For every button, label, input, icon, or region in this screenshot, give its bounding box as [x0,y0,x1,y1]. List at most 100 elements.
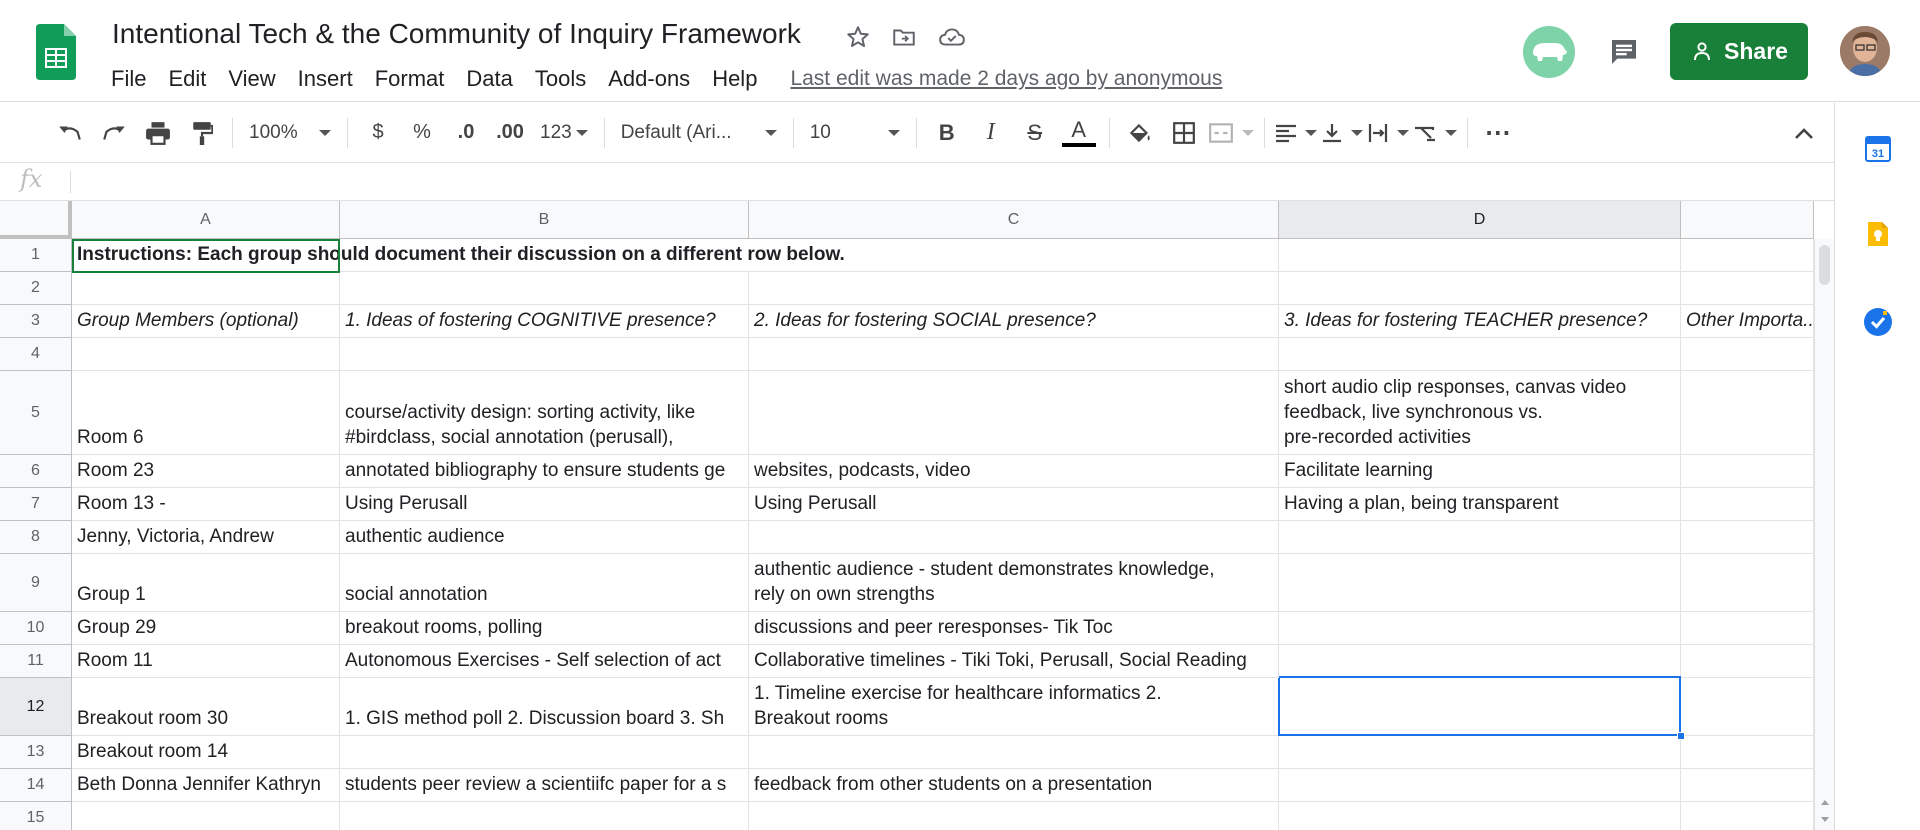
collapse-toolbar-icon[interactable] [1784,113,1824,153]
cell-c14[interactable]: feedback from other students on a presen… [749,769,1279,802]
merge-cells-icon[interactable] [1208,113,1254,153]
user-avatar[interactable] [1840,26,1890,76]
sheets-logo-icon[interactable] [36,24,76,80]
italic-button[interactable]: I [971,113,1011,153]
menu-file[interactable]: File [100,66,157,92]
cell-a9[interactable]: Group 1 [72,554,340,612]
increase-decimal-button[interactable]: .00 [490,113,530,153]
cell-e7[interactable] [1681,488,1814,521]
cell-c13[interactable] [749,736,1279,769]
cell-c5[interactable] [749,371,1279,455]
cell-b13[interactable] [340,736,749,769]
select-all-corner[interactable] [0,201,72,239]
font-size-select[interactable]: 10 [802,113,908,153]
cell-c6[interactable]: websites, podcasts, video [749,455,1279,488]
cell-d7[interactable]: Having a plan, being transparent [1279,488,1681,521]
cell-b5[interactable]: course/activity design: sorting activity… [340,371,749,455]
cell-e8[interactable] [1681,521,1814,554]
row-header[interactable]: 1 [0,239,72,272]
more-formats-select[interactable]: 123 [532,113,596,153]
row-header[interactable]: 6 [0,455,72,488]
cell-c2[interactable] [749,272,1279,305]
cell-b8[interactable]: authentic audience [340,521,749,554]
cell-b2[interactable] [340,272,749,305]
cell-c8[interactable] [749,521,1279,554]
cell-d9[interactable] [1279,554,1681,612]
column-header-a[interactable]: A [72,201,340,239]
cell-d12[interactable] [1279,678,1681,736]
cell-e4[interactable] [1681,338,1814,371]
text-wrapping-icon[interactable] [1367,113,1409,153]
row-header[interactable]: 8 [0,521,72,554]
anonymous-user-avatar[interactable] [1523,26,1575,78]
menu-view[interactable]: View [217,66,286,92]
cell-a7[interactable]: Room 13 - [72,488,340,521]
menu-edit[interactable]: Edit [157,66,217,92]
cell-c9[interactable]: authentic audience - student demonstrate… [749,554,1279,612]
last-edit-link[interactable]: Last edit was made 2 days ago by anonymo… [790,67,1222,91]
print-icon[interactable] [138,113,178,153]
cell-b7[interactable]: Using Perusall [340,488,749,521]
cell-c10[interactable]: discussions and peer reresponses- Tik To… [749,612,1279,645]
borders-icon[interactable] [1164,113,1204,153]
row-header[interactable]: 11 [0,645,72,678]
text-rotation-icon[interactable] [1413,113,1457,153]
star-icon[interactable] [843,22,873,52]
row-header[interactable]: 2 [0,272,72,305]
cell-e5[interactable] [1681,371,1814,455]
cell-b4[interactable] [340,338,749,371]
row-header[interactable]: 4 [0,338,72,371]
cell-d4[interactable] [1279,338,1681,371]
menu-insert[interactable]: Insert [287,66,364,92]
cell-d13[interactable] [1279,736,1681,769]
column-header-e[interactable] [1681,201,1814,239]
cloud-saved-icon[interactable] [937,22,967,52]
cell-a5[interactable]: Room 6 [72,371,340,455]
calendar-icon[interactable]: 31 [1863,133,1893,163]
cell-e14[interactable] [1681,769,1814,802]
cell-a13[interactable]: Breakout room 14 [72,736,340,769]
cell-d15[interactable] [1279,802,1681,830]
cell-e11[interactable] [1681,645,1814,678]
row-header[interactable]: 12 [0,678,72,736]
formula-input[interactable] [80,163,1834,201]
cell-a6[interactable]: Room 23 [72,455,340,488]
menu-format[interactable]: Format [364,66,456,92]
decrease-decimal-button[interactable]: .0 [446,113,486,153]
redo-icon[interactable] [94,113,134,153]
text-color-button[interactable]: A [1059,113,1099,153]
tasks-icon[interactable] [1863,307,1893,337]
row-header[interactable]: 7 [0,488,72,521]
scroll-down-icon[interactable] [1820,816,1830,824]
column-header-d[interactable]: D [1279,201,1681,239]
comments-icon[interactable] [1604,32,1644,72]
format-percent-button[interactable]: % [402,113,442,153]
cell-d1[interactable] [1279,239,1681,272]
cell-c11[interactable]: Collaborative timelines - Tiki Toki, Per… [749,645,1279,678]
cell-c3[interactable]: 2. Ideas for fostering SOCIAL presence? [749,305,1279,338]
bold-button[interactable]: B [927,113,967,153]
cell-c1[interactable] [749,239,1279,272]
row-header[interactable]: 5 [0,371,72,455]
fill-color-icon[interactable] [1120,113,1160,153]
strikethrough-button[interactable]: S [1015,113,1055,153]
cell-b15[interactable] [340,802,749,830]
keep-icon[interactable] [1863,219,1893,249]
cell-b6[interactable]: annotated bibliography to ensure student… [340,455,749,488]
move-to-folder-icon[interactable] [889,22,919,52]
fill-handle[interactable] [1677,732,1685,740]
vertical-align-icon[interactable] [1321,113,1363,153]
cell-e3[interactable]: Other Importa... [1681,305,1819,338]
more-options-button[interactable]: ⋯ [1478,113,1518,153]
cell-a8[interactable]: Jenny, Victoria, Andrew [72,521,340,554]
cell-b3[interactable]: 1. Ideas of fostering COGNITIVE presence… [340,305,749,338]
undo-icon[interactable] [50,113,90,153]
cell-c7[interactable]: Using Perusall [749,488,1279,521]
font-select[interactable]: Default (Ari... [613,113,785,153]
row-header[interactable]: 9 [0,554,72,612]
cell-b11[interactable]: Autonomous Exercises - Self selection of… [340,645,749,678]
row-header[interactable]: 15 [0,802,72,830]
horizontal-align-icon[interactable] [1275,113,1317,153]
menu-addons[interactable]: Add-ons [597,66,701,92]
cell-e2[interactable] [1681,272,1814,305]
